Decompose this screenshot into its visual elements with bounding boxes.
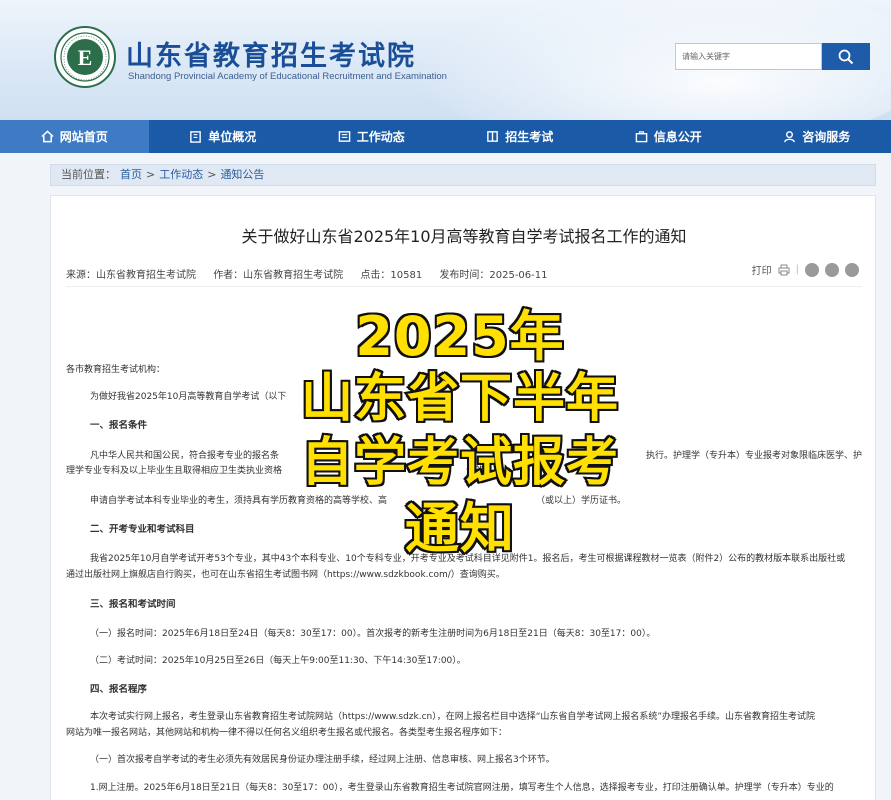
nav-item-home[interactable]: 网站首页 [0, 120, 149, 153]
paragraph: （一）报名时间：2025年6月18日至24日（每天8：30至17：00）。首次报… [90, 629, 656, 639]
breadcrumb-notice-link[interactable]: 通知公告 [220, 168, 264, 181]
breadcrumb-separator: > [146, 168, 156, 181]
paragraph: （一）首次报考自学考试的考生必须先有效居民身份证办理注册手续，经过网上注册、信息… [90, 755, 555, 765]
exam-icon [487, 131, 499, 142]
meta-divider [66, 286, 862, 287]
site-header: E 山东省教育招生考试院 Shandong Provincial Academy… [0, 0, 891, 120]
main-nav: 网站首页 单位概况 工作动态 招生考试 信息公开 咨询服务 [0, 120, 891, 153]
print-label[interactable]: 打印 [752, 262, 772, 277]
nav-item-news[interactable]: 工作动态 [297, 120, 446, 153]
article-date: 发布时间：2025-06-11 [439, 270, 548, 281]
home-icon [41, 130, 54, 143]
weibo-share-icon[interactable] [805, 262, 819, 277]
paragraph: 本次考试实行网上报名，考生登录山东省教育招生考试院网站（https://www.… [90, 712, 816, 722]
nav-item-label: 招生考试 [505, 130, 554, 144]
nav-item-about[interactable]: 单位概况 [149, 120, 298, 153]
nav-item-exam[interactable]: 招生考试 [446, 120, 595, 153]
search-icon [838, 49, 854, 64]
building-icon [190, 131, 202, 143]
paragraph: 通过出版社网上旗舰店自行购买，也可在山东省招生考试图书网（https://www… [66, 570, 505, 580]
nav-item-label: 信息公开 [653, 130, 702, 144]
breadcrumb-home-link[interactable]: 首页 [120, 168, 142, 181]
breadcrumb-separator: > [207, 168, 217, 181]
nav-item-service[interactable]: 咨询服务 [743, 120, 891, 153]
nav-item-label: 工作动态 [356, 130, 405, 144]
breadcrumb-news-link[interactable]: 工作动态 [159, 168, 203, 181]
overlay-line: 通知 [403, 495, 516, 562]
paragraph: 网站为唯一报名网站，其他网站和机构一律不得以任何名义组织考生报名或代报名。各类型… [66, 728, 508, 738]
news-icon [338, 131, 351, 142]
section-heading: 三、报名和考试时间 [90, 599, 176, 610]
search-input[interactable]: 请输入关键字 [675, 43, 822, 70]
nav-item-label: 网站首页 [59, 130, 108, 144]
article-title: 关于做好山东省2025年10月高等教育自学考试报名工作的通知 [241, 227, 687, 246]
promo-overlay: 2025年 山东省下半年 自学考试报考 通知 [250, 292, 670, 562]
article-author: 作者：山东省教育招生考试院 [213, 270, 344, 281]
wechat-share-icon[interactable] [825, 262, 839, 277]
site-title[interactable]: 山东省教育招生考试院 [126, 34, 416, 73]
article-meta: 来源：山东省教育招生考试院 作者：山东省教育招生考试院 点击：10581 发布时… [66, 266, 562, 281]
nav-item-label: 单位概况 [208, 130, 257, 144]
qzone-share-icon[interactable] [845, 262, 859, 277]
nav-item-info[interactable]: 信息公开 [594, 120, 743, 153]
service-icon [784, 131, 796, 143]
nav-item-label: 咨询服务 [802, 130, 851, 144]
share-divider: | [795, 264, 799, 275]
paragraph-fragment: 执行。护理学（专升本）专业报考对象限临床医学、护 [646, 451, 862, 461]
paragraph: （二）考试时间：2025年10月25日至26日（每天上午9:00至11:30、下… [90, 656, 466, 666]
share-toolbar: 打印 | [752, 262, 859, 277]
section-heading: 四、报名程序 [90, 684, 148, 695]
svg-text:E: E [78, 45, 93, 70]
printer-icon[interactable] [778, 264, 790, 276]
academy-logo-icon[interactable]: E [54, 26, 116, 88]
breadcrumb-prefix: 当前位置： [61, 168, 116, 181]
site-subtitle: Shandong Provincial Academy of Education… [128, 71, 447, 82]
article-clicks: 点击：10581 [360, 270, 423, 281]
article-source: 来源：山东省教育招生考试院 [66, 270, 196, 281]
info-icon [635, 131, 648, 143]
breadcrumb: 当前位置： 首页 > 工作动态 > 通知公告 [50, 164, 876, 186]
paragraph: 1.网上注册。2025年6月18日至21日（每天8：30至17：00），考生登录… [90, 783, 834, 793]
search-button[interactable] [822, 43, 870, 70]
